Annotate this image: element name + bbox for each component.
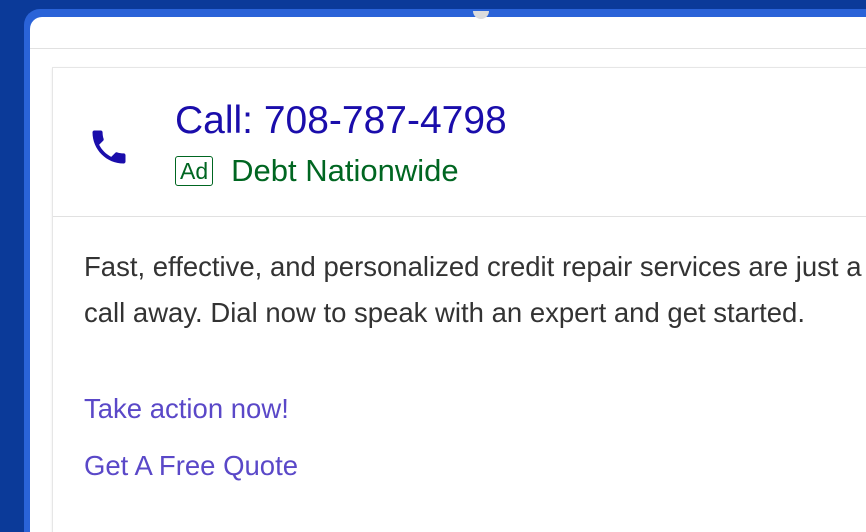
phone-icon[interactable] — [87, 125, 131, 169]
sitelink-free-quote[interactable]: Get A Free Quote — [84, 448, 298, 484]
ad-badge: Ad — [175, 156, 214, 186]
top-toolbar-strip — [30, 11, 866, 49]
sitelink-take-action[interactable]: Take action now! — [84, 391, 289, 427]
advertiser-name: Debt Nationwide — [231, 153, 459, 188]
ad-description: Fast, effective, and personalized credit… — [84, 251, 862, 328]
ad-header[interactable]: Call: 708-787-4798 Ad Debt Nationwide — [53, 68, 866, 217]
scroll-indicator — [473, 11, 489, 19]
ad-attribution: Ad Debt Nationwide — [175, 153, 459, 189]
call-phone-link[interactable]: Call: 708-787-4798 — [175, 98, 507, 144]
content-panel: Call: 708-787-4798 Ad Debt Nationwide Fa… — [30, 11, 866, 532]
ad-card: Call: 708-787-4798 Ad Debt Nationwide Fa… — [53, 68, 866, 532]
